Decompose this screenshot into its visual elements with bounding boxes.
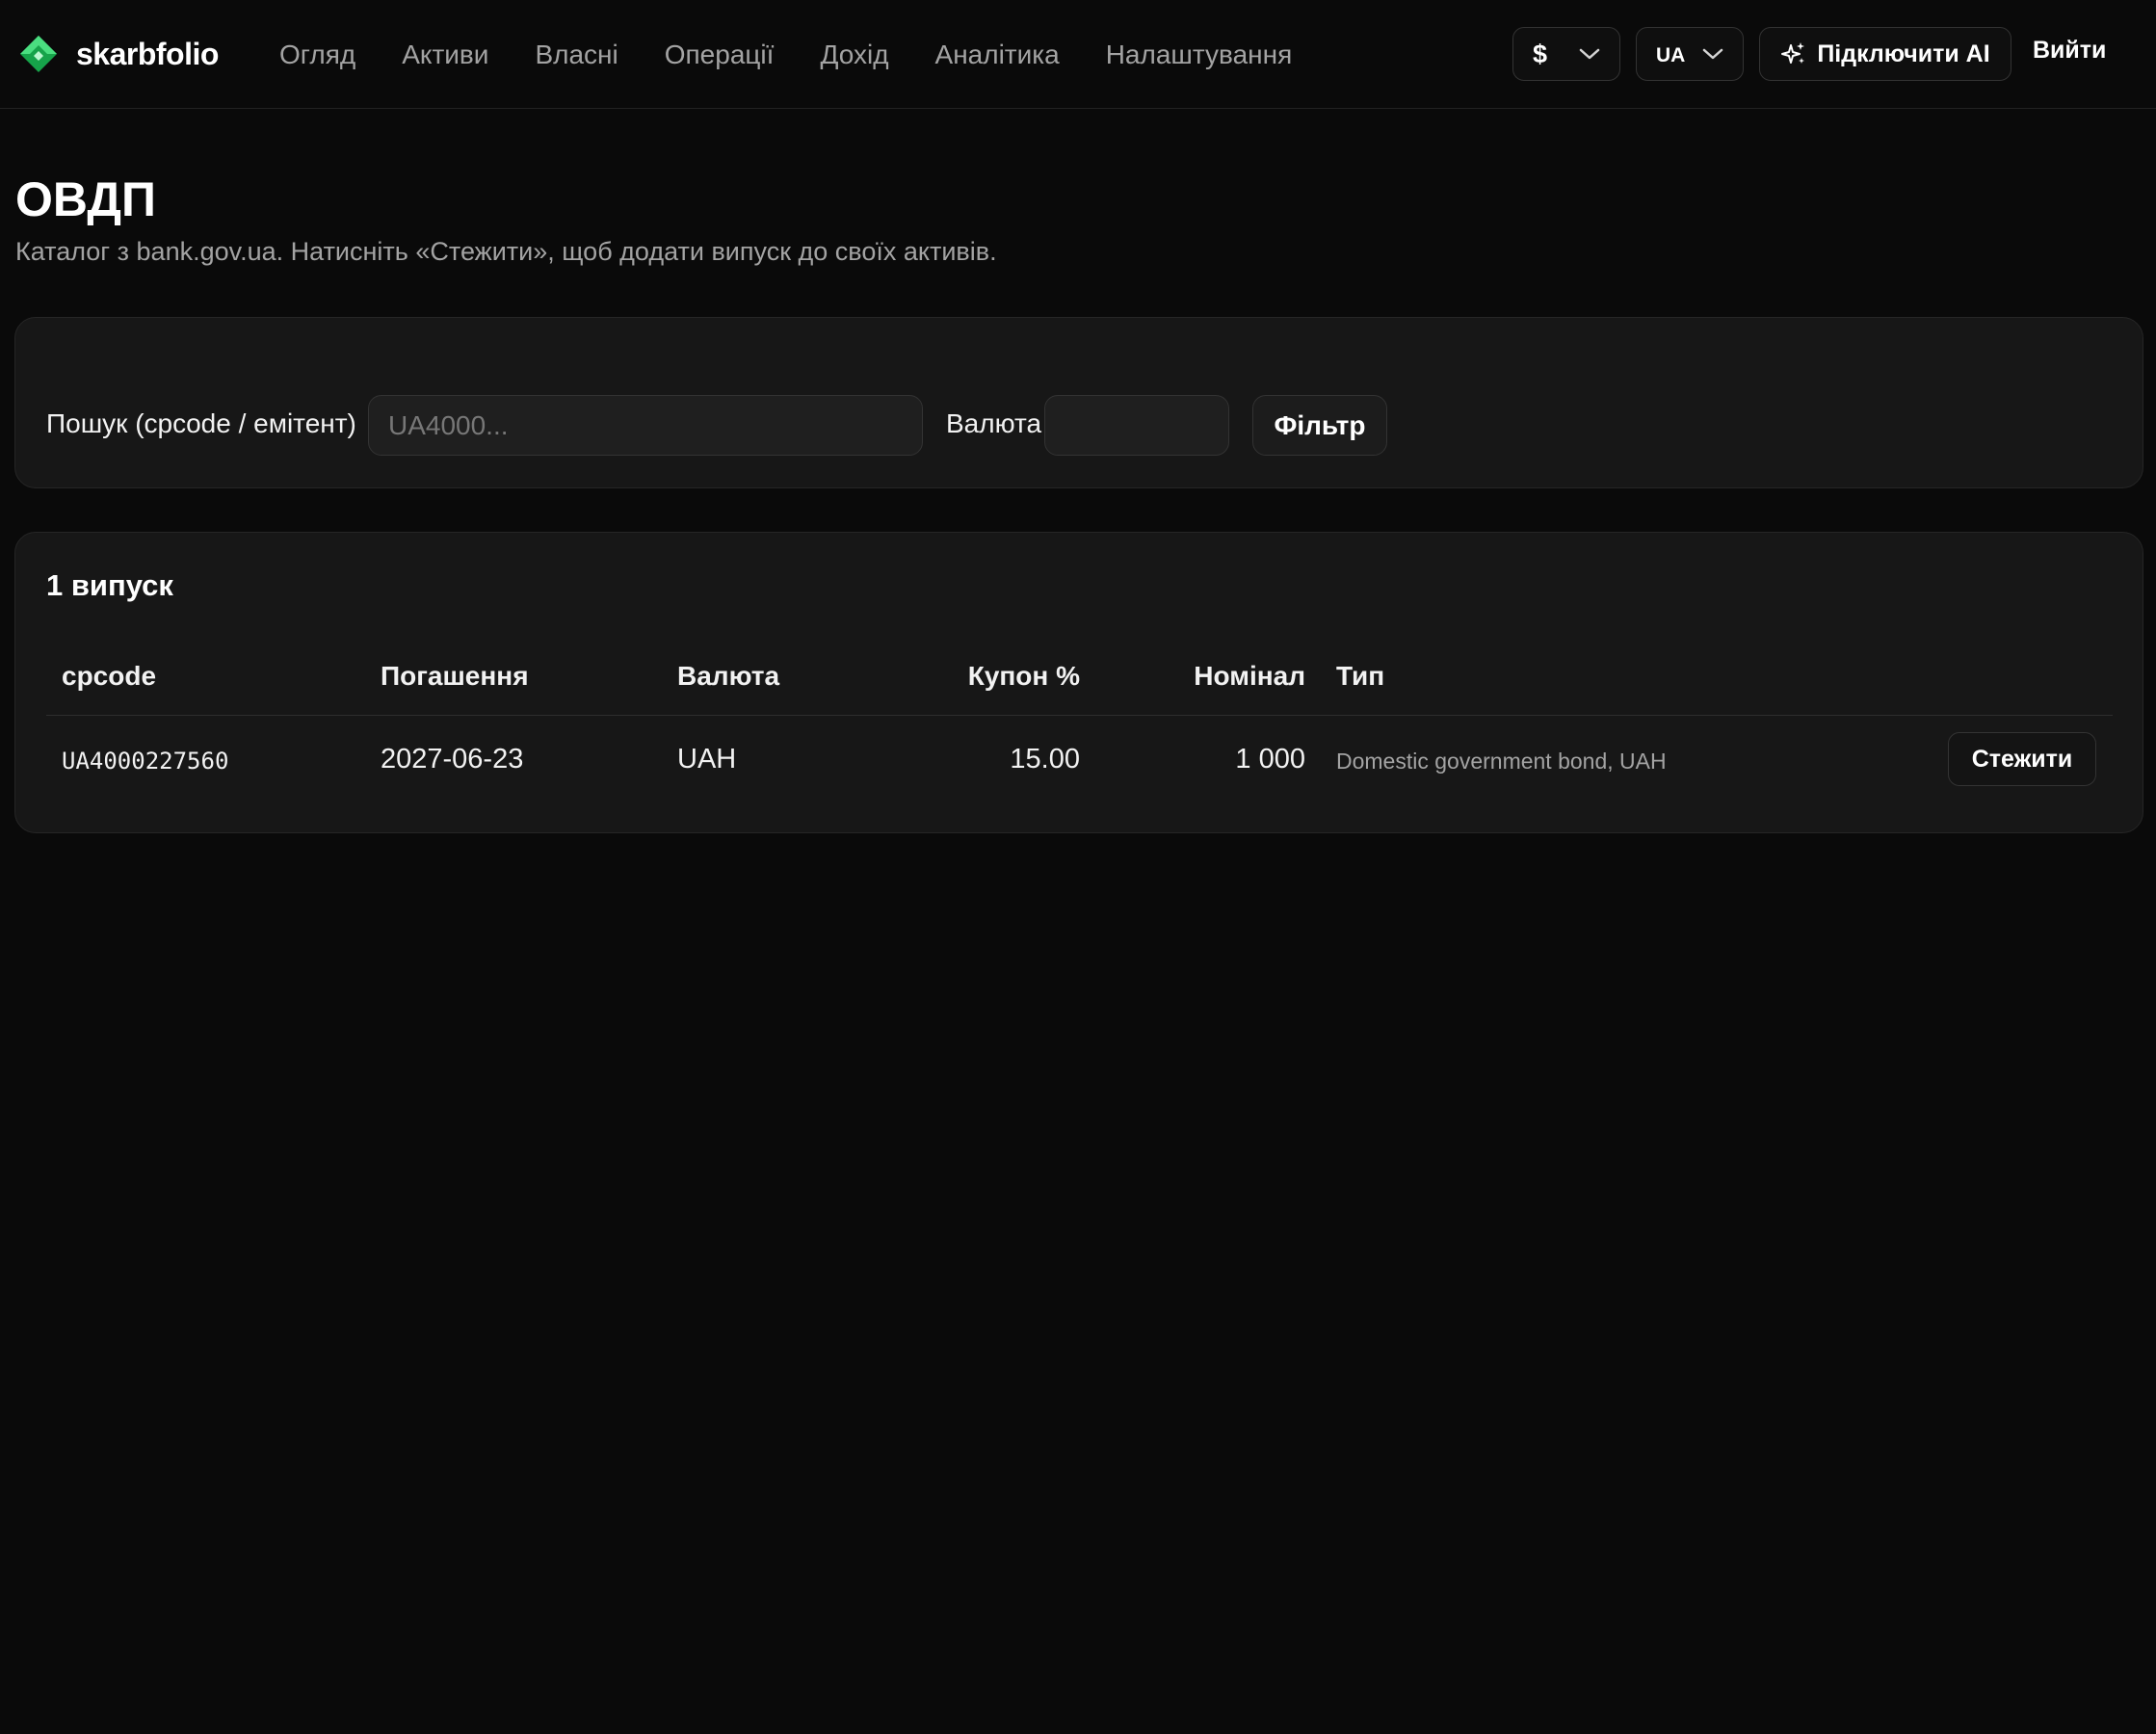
language-select[interactable]: UA (1636, 27, 1744, 81)
top-navigation-bar: skarbfolio Огляд Активи Власні Операції … (0, 0, 2156, 109)
nav-item-settings[interactable]: Налаштування (1106, 39, 1293, 70)
nav-item-operations[interactable]: Операції (665, 39, 775, 70)
table-header-divider (46, 715, 2113, 716)
cell-type: Domestic government bond, UAH (1336, 749, 1667, 774)
connect-ai-button[interactable]: Підключити AI (1759, 27, 2011, 81)
brand[interactable]: skarbfolio (18, 31, 219, 77)
connect-ai-label: Підключити AI (1817, 39, 1990, 67)
search-input[interactable] (368, 395, 923, 456)
column-header-cpcode: cpcode (62, 661, 157, 691)
column-header-nominal: Номінал (1194, 661, 1305, 691)
main-nav: Огляд Активи Власні Операції Дохід Аналі… (279, 35, 1292, 75)
column-header-coupon: Купон % (967, 661, 1080, 691)
nav-item-analytics[interactable]: Аналітика (935, 39, 1060, 70)
page-subtitle: Каталог з bank.gov.ua. Натисніть «Стежит… (15, 237, 997, 266)
nav-item-own[interactable]: Власні (535, 39, 618, 70)
column-header-maturity: Погашення (381, 661, 529, 691)
cell-coupon: 15.00 (1010, 744, 1080, 775)
currency-select-value: $ (1533, 39, 1548, 68)
page-title: ОВДП (15, 172, 156, 226)
cell-nominal: 1 000 (1235, 744, 1305, 775)
results-count: 1 випуск (46, 568, 173, 602)
cell-cpcode: UA4000227560 (62, 748, 229, 775)
cell-maturity: 2027-06-23 (381, 744, 524, 775)
brand-name: skarbfolio (76, 36, 219, 71)
currency-filter-input[interactable] (1044, 395, 1229, 456)
column-header-currency: Валюта (677, 661, 780, 691)
cell-currency: UAH (677, 744, 737, 775)
logout-button[interactable]: Вийти (2033, 37, 2106, 71)
currency-filter-label: Валюта (946, 408, 1042, 438)
follow-button[interactable]: Стежити (1948, 732, 2096, 786)
currency-select[interactable]: $ (1512, 27, 1620, 81)
filter-button[interactable]: Фільтр (1252, 395, 1387, 456)
search-label: Пошук (cpcode / емітент) (46, 408, 356, 438)
nav-item-income[interactable]: Дохід (820, 39, 888, 70)
column-header-type: Тип (1336, 661, 1385, 691)
chevron-down-icon (1702, 48, 1723, 60)
language-select-value: UA (1656, 44, 1686, 66)
chevron-down-icon (1579, 48, 1600, 60)
nav-item-assets[interactable]: Активи (402, 39, 488, 70)
skarbfolio-logo-icon (20, 36, 57, 72)
sparkles-icon (1781, 42, 1805, 64)
nav-item-overview[interactable]: Огляд (279, 39, 355, 70)
